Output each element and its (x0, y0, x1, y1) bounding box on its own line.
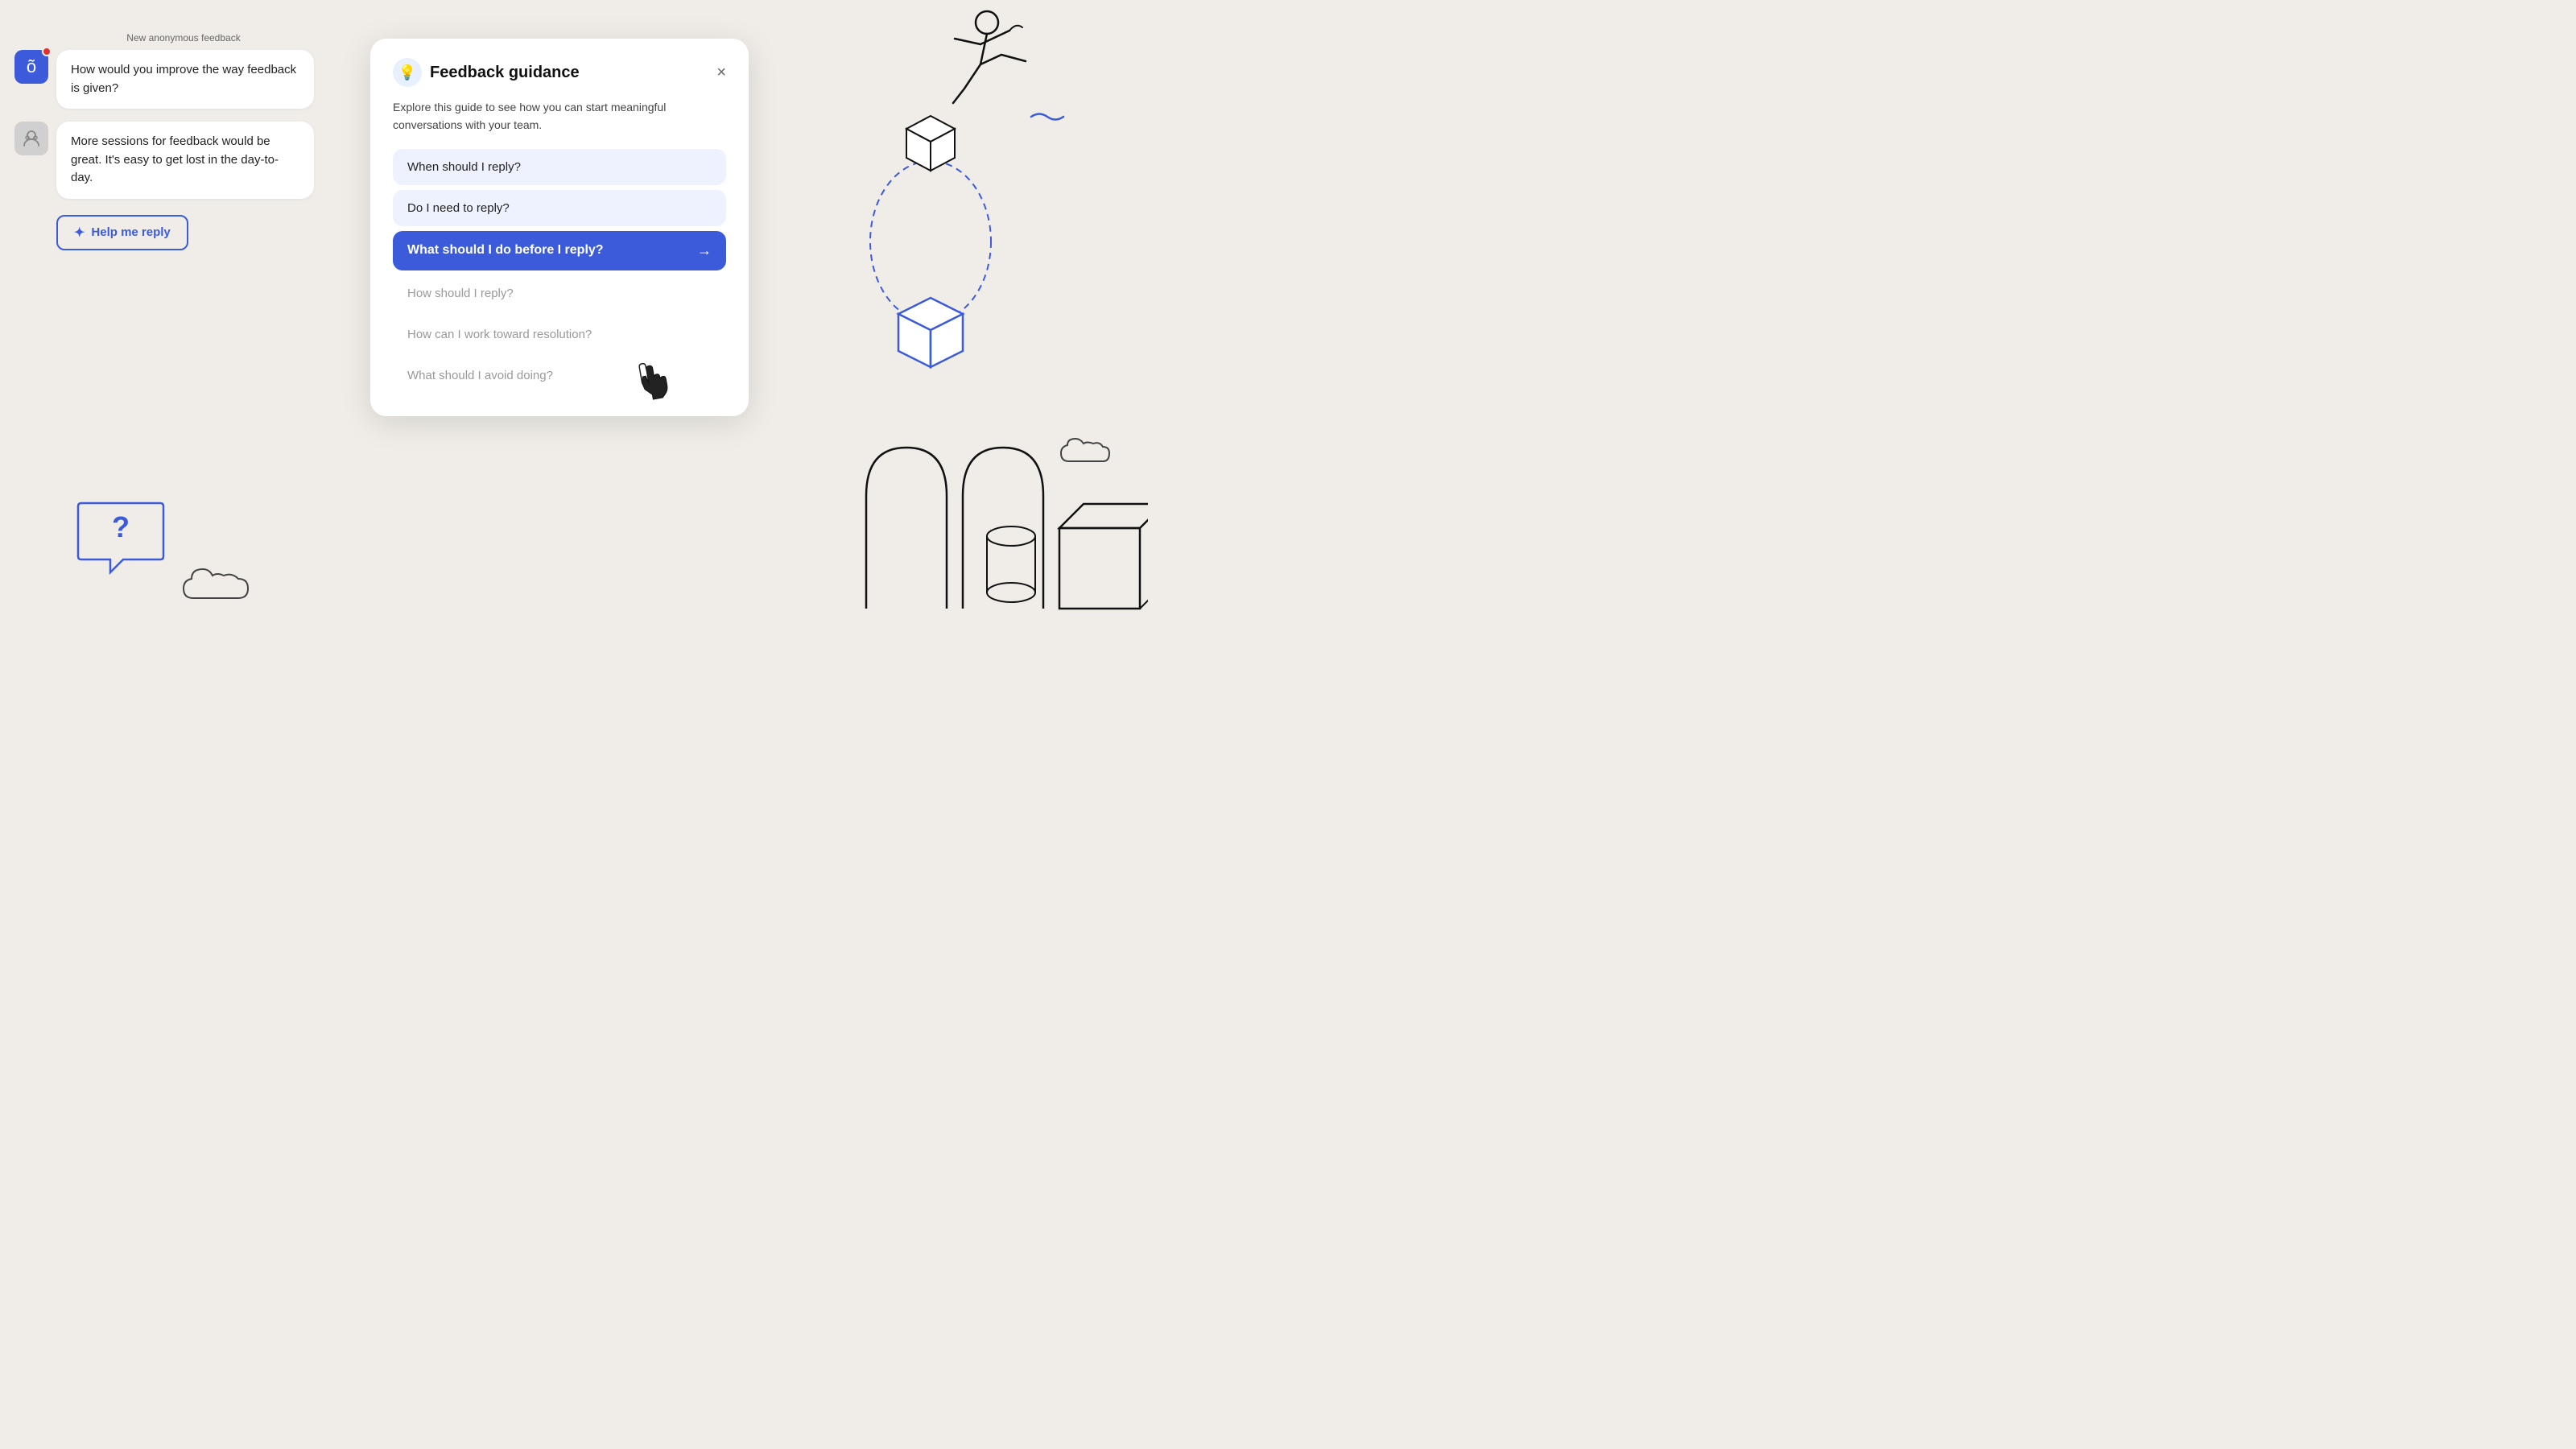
anon-label: New anonymous feedback (14, 32, 353, 43)
question-bubble-illustration: ? (68, 500, 173, 592)
avatar-anon (14, 122, 48, 155)
guide-item-1[interactable]: Do I need to reply? (393, 190, 726, 226)
guide-item-label-3: How should I reply? (407, 287, 514, 300)
guide-item-label-2: What should I do before I reply? (407, 243, 604, 258)
guide-item-label-5: What should I avoid doing? (407, 369, 553, 382)
help-me-reply-button[interactable]: ✦ Help me reply (56, 215, 188, 250)
anon-icon (21, 128, 42, 149)
cloud-left-illustration (177, 564, 266, 613)
chat-row-2: More sessions for feedback would be grea… (14, 122, 353, 199)
arch-illustration (842, 367, 1148, 641)
avatar-letter-1: õ (27, 56, 36, 77)
help-btn-icon: ✦ (74, 225, 85, 241)
guide-item-label-1: Do I need to reply? (407, 201, 510, 215)
modal-title-row: 💡 Feedback guidance (393, 58, 580, 87)
chat-bubble-1: How would you improve the way feedback i… (56, 50, 314, 109)
guide-item-arrow-2: → (697, 242, 712, 259)
guide-item-2[interactable]: What should I do before I reply? → (393, 231, 726, 270)
chat-bubble-2: More sessions for feedback would be grea… (56, 122, 314, 199)
guide-item-label-0: When should I reply? (407, 160, 521, 174)
avatar-1: õ (14, 50, 48, 84)
guide-item-3[interactable]: How should I reply? (393, 275, 726, 312)
modal-close-button[interactable]: × (716, 64, 726, 80)
right-illustration-panel (737, 0, 1172, 657)
notification-badge (42, 47, 52, 56)
svg-text:?: ? (112, 510, 130, 543)
chat-row-1: õ How would you improve the way feedback… (14, 50, 353, 109)
guide-items-list: When should I reply? Do I need to reply? W… (393, 149, 726, 394)
modal-header: 💡 Feedback guidance × (393, 58, 726, 87)
modal-lightbulb-icon: 💡 (393, 58, 422, 87)
guide-item-label-4: How can I work toward resolution? (407, 328, 592, 341)
guide-item-4[interactable]: How can I work toward resolution? (393, 316, 726, 353)
feedback-guidance-modal: 💡 Feedback guidance × Explore this guide… (370, 39, 749, 416)
modal-description: Explore this guide to see how you can st… (393, 98, 726, 134)
left-panel: New anonymous feedback õ How would you i… (14, 32, 353, 250)
cube-jump-illustration (850, 97, 1011, 402)
cloud-right-illustration (1058, 436, 1122, 472)
modal-title: Feedback guidance (430, 64, 580, 82)
guide-item-0[interactable]: When should I reply? (393, 149, 726, 185)
